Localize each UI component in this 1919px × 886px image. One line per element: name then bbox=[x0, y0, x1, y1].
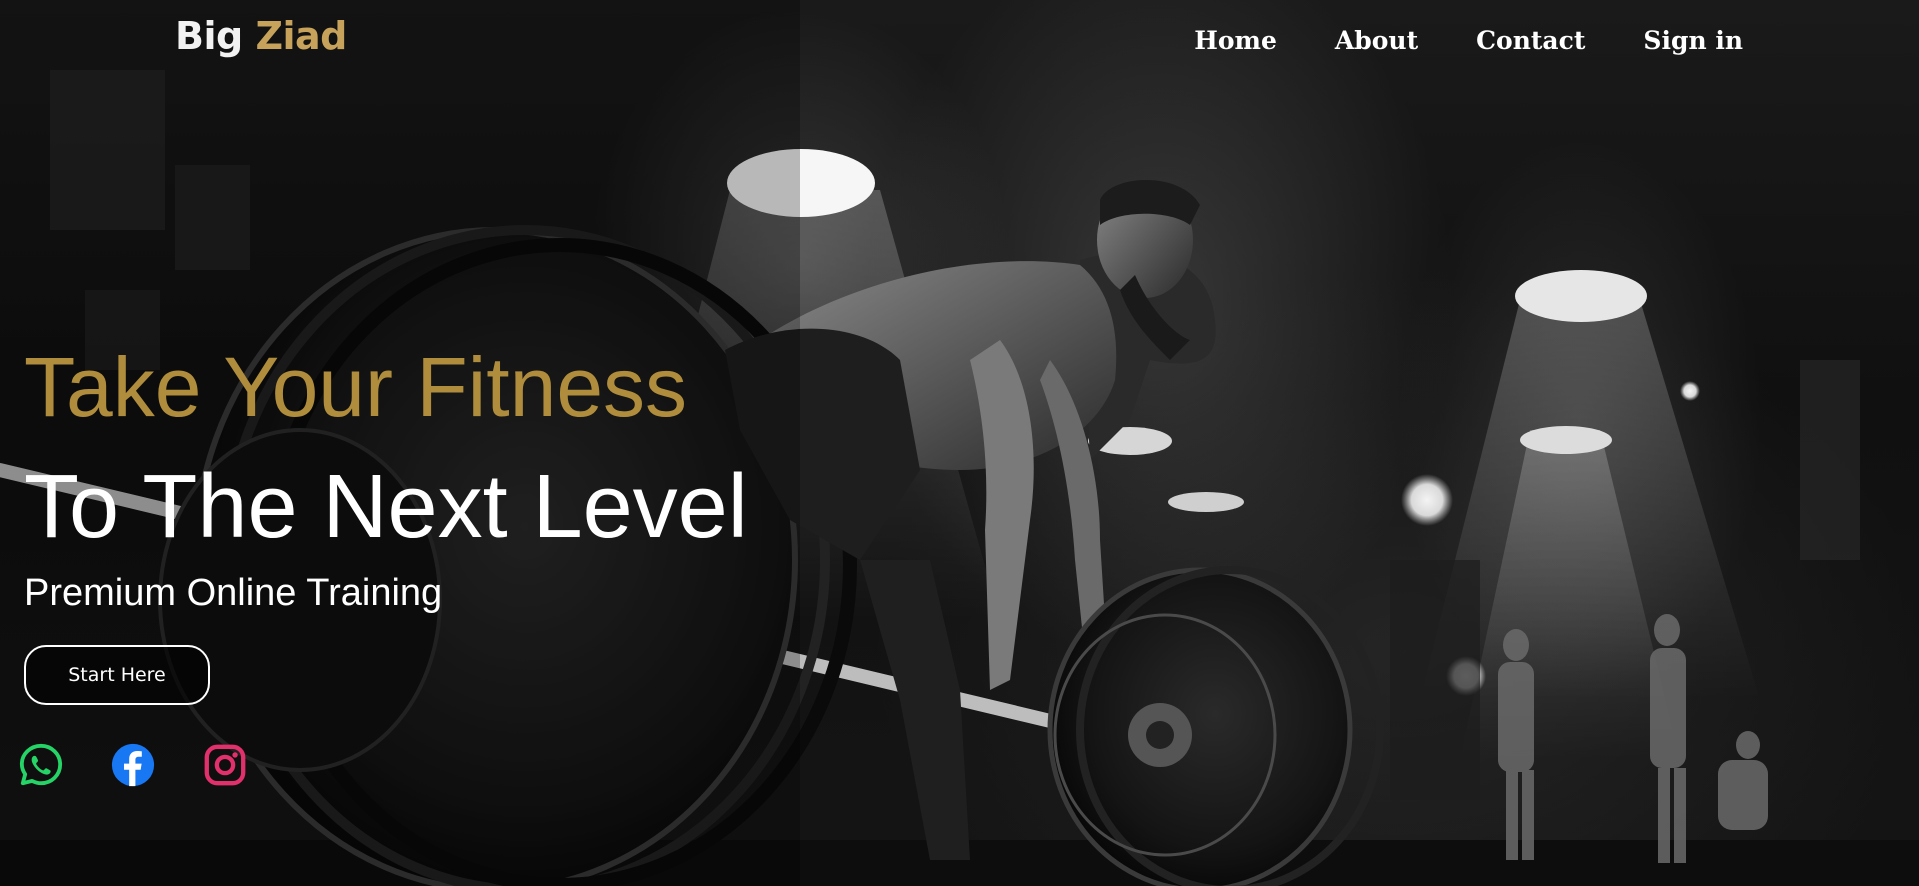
nav-signin-link[interactable]: Sign in bbox=[1643, 26, 1743, 55]
instagram-icon[interactable] bbox=[202, 742, 248, 788]
start-here-button[interactable]: Start Here bbox=[24, 645, 210, 705]
hero-section: Big Ziad Home About Contact Sign in Take… bbox=[0, 0, 1919, 886]
hero-headline-line1: Take Your Fitness bbox=[24, 340, 688, 434]
whatsapp-icon[interactable] bbox=[18, 742, 64, 788]
hero-headline-line2: To The Next Level bbox=[24, 457, 748, 557]
brand-name-part2: Ziad bbox=[255, 14, 347, 58]
nav-about-link[interactable]: About bbox=[1335, 26, 1418, 55]
main-nav: Home About Contact Sign in bbox=[1194, 26, 1743, 55]
brand-logo[interactable]: Big Ziad bbox=[175, 14, 347, 58]
facebook-icon[interactable] bbox=[110, 742, 156, 788]
social-links bbox=[18, 742, 248, 788]
nav-contact-link[interactable]: Contact bbox=[1476, 26, 1585, 55]
brand-name-part1: Big bbox=[175, 14, 243, 58]
nav-home-link[interactable]: Home bbox=[1194, 26, 1277, 55]
hero-background-image bbox=[0, 0, 1919, 886]
hero-subheadline: Premium Online Training bbox=[24, 572, 443, 614]
